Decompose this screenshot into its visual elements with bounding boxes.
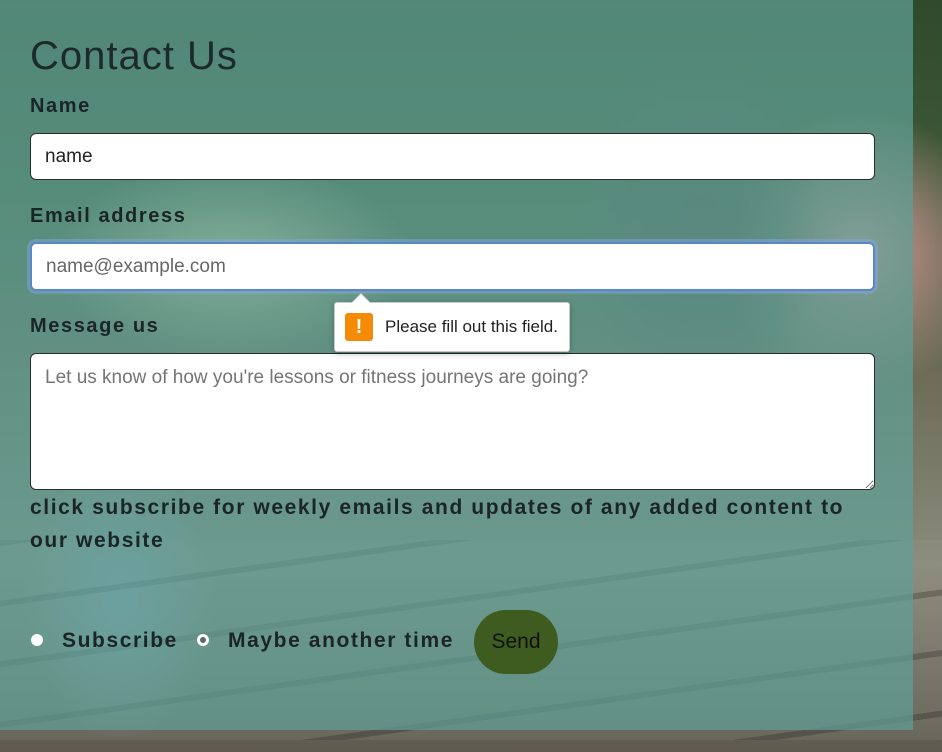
- email-label: Email address: [30, 205, 187, 227]
- email-input[interactable]: name@example.com: [30, 242, 875, 291]
- subscribe-radio[interactable]: [31, 634, 43, 646]
- decline-radio-label[interactable]: Maybe another time: [228, 629, 454, 653]
- page-title: Contact Us: [30, 34, 238, 78]
- message-textarea[interactable]: [30, 353, 875, 490]
- validation-message: Please fill out this field.: [385, 317, 558, 336]
- warning-icon: !: [345, 313, 373, 341]
- name-input-value: name: [45, 146, 93, 167]
- decline-radio[interactable]: [197, 634, 209, 646]
- name-label: Name: [30, 95, 91, 117]
- email-placeholder: name@example.com: [46, 256, 226, 277]
- subscribe-prompt: click subscribe for weekly emails and up…: [30, 496, 845, 552]
- validation-tooltip: ! Please fill out this field.: [334, 293, 570, 352]
- subscribe-radio-label[interactable]: Subscribe: [62, 629, 178, 653]
- message-label: Message us: [30, 315, 160, 337]
- name-input[interactable]: name: [30, 133, 875, 180]
- send-button[interactable]: Send: [474, 610, 558, 674]
